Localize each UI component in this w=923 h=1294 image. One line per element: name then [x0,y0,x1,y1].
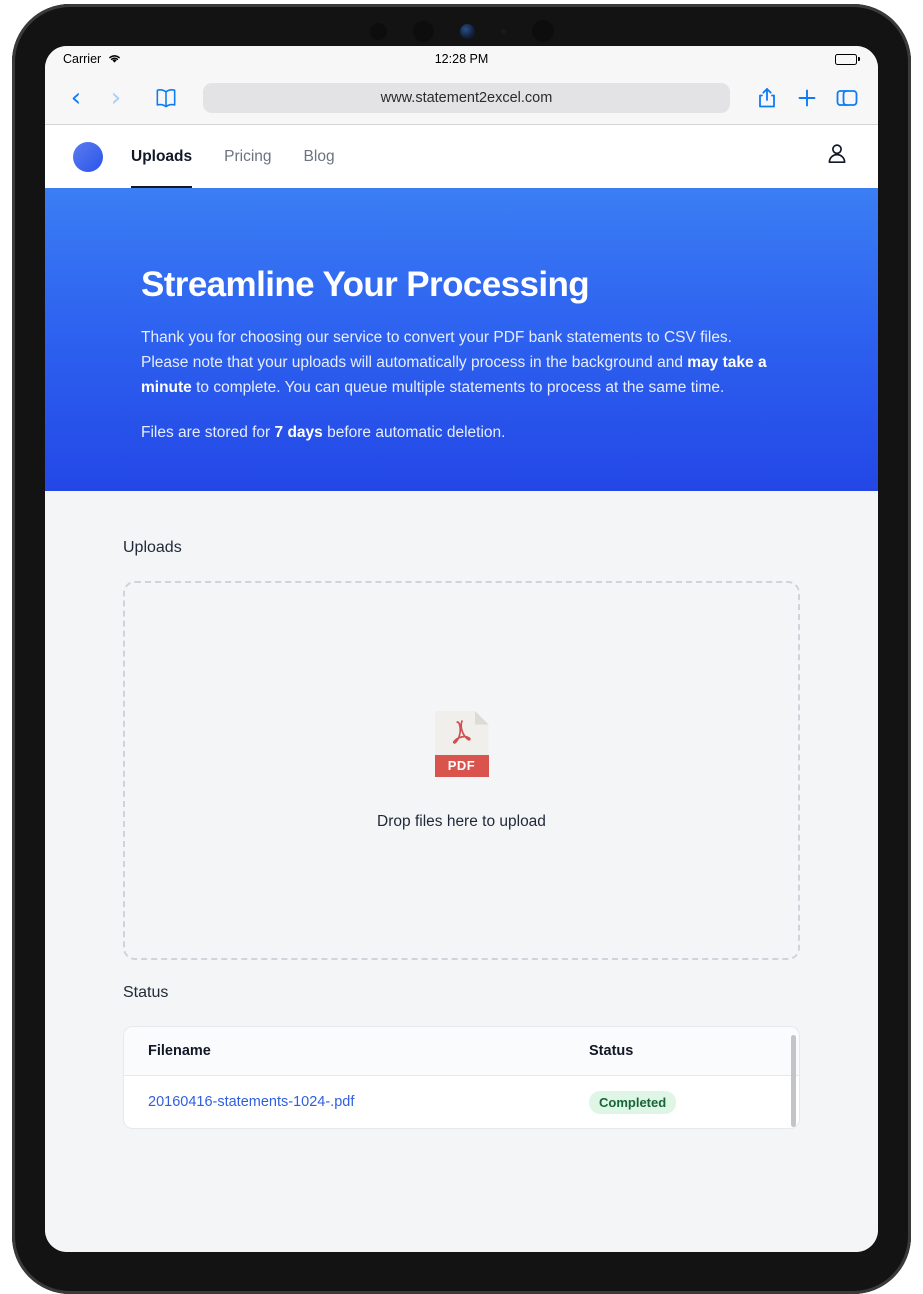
logo-circle-icon[interactable] [73,141,103,172]
column-header-status: Status [589,1043,634,1059]
plus-icon[interactable] [794,86,820,110]
battery-icon [835,53,860,65]
hero-p1-part1: Thank you for choosing our service to co… [141,328,732,371]
device-screen: Carrier 12:28 PM ‹ › www.statement2excel… [45,46,878,1252]
wifi-icon [107,52,122,67]
cell-filename: 20160416-statements-1024-.pdf [124,1094,589,1110]
person-icon[interactable] [824,141,850,172]
carrier-label: Carrier [63,52,102,66]
share-icon[interactable] [754,86,780,110]
address-bar-url: www.statement2excel.com [380,90,553,106]
hero-p2-part1: Files are stored for [141,423,275,441]
sensor-dot [412,20,434,42]
uploads-section-title: Uploads [123,539,182,556]
file-link[interactable]: 20160416-statements-1024-.pdf [148,1094,354,1110]
sensor-dot [500,28,506,34]
pdf-icon-label: PDF [447,758,476,773]
hero-p2-bold: 7 days [274,423,323,441]
front-camera-icon [459,23,475,39]
sensor-dot [531,20,554,42]
hero-p2-part2: before automatic deletion. [322,423,506,441]
table-row[interactable]: 20160416-statements-1024-.pdf Completed [124,1076,799,1128]
carrier-group: Carrier [63,52,122,67]
device-frame: Carrier 12:28 PM ‹ › www.statement2excel… [12,4,911,1294]
forward-button[interactable]: › [103,85,129,111]
page-body: Uploads PDF Drop files here to upload St… [45,491,878,1252]
table-scrollbar[interactable] [791,1035,796,1127]
table-body: 20160416-statements-1024-.pdf Completed [124,1076,799,1128]
status-badge: Completed [589,1090,677,1114]
hero-title: Streamline Your Processing [141,265,590,304]
status-bar-time: 12:28 PM [434,52,489,66]
hero-paragraph-2: Files are stored for 7 days before autom… [141,420,782,445]
pdf-file-icon: PDF [434,710,489,777]
file-dropzone[interactable]: PDF Drop files here to upload [123,581,800,960]
sensor-dot [369,22,387,40]
bookmarks-icon[interactable] [153,86,179,110]
tabs-icon[interactable] [834,86,860,110]
table-header-row: Filename Status [124,1027,799,1076]
status-table: Filename Status 20160416-statements-1024… [123,1026,800,1129]
dropzone-label: Drop files here to upload [377,812,546,830]
nav-link-blog[interactable]: Blog [304,125,335,188]
hero-paragraph-1: Thank you for choosing our service to co… [141,325,782,400]
ios-status-bar: Carrier 12:28 PM [45,46,878,72]
column-header-filename: Filename [148,1043,211,1059]
device-sensor-bar [342,18,582,44]
hero-section: Streamline Your Processing Thank you for… [45,188,878,491]
status-section-title: Status [123,984,169,1001]
cell-status: Completed [589,1090,799,1114]
nav-link-uploads[interactable]: Uploads [131,125,193,188]
nav-link-pricing[interactable]: Pricing [224,125,271,188]
hero-p1-part2: to complete. You can queue multiple stat… [191,378,725,396]
address-bar[interactable]: www.statement2excel.com [203,83,730,113]
back-button[interactable]: ‹ [63,85,89,111]
site-navbar: Uploads Pricing Blog [45,125,878,188]
safari-toolbar: ‹ › www.statement2excel.com [45,72,878,125]
